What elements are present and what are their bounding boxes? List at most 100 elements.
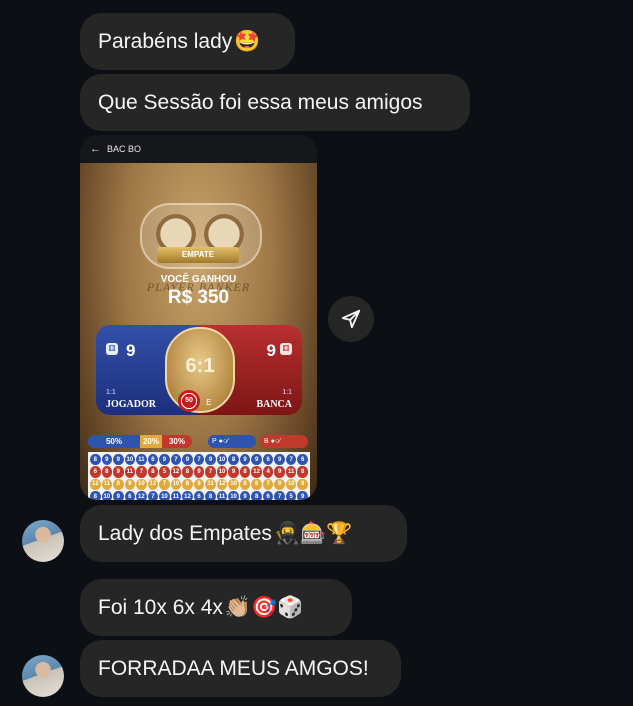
history-cell: 10 [285,478,297,490]
history-cell: 8 [182,478,193,490]
banker-percent: 30% [162,435,192,448]
history-cell: 7 [147,490,159,500]
dice-icon: ⚅ [280,343,292,355]
history-cell: 10 [228,478,239,490]
history-cell: 11 [170,490,182,500]
message-bubble-2[interactable]: Que Sessão foi essa meus amigos [80,74,470,131]
history-cell: 9 [113,454,124,466]
road-indicators: P ●○⁄ B ●○⁄ [208,435,308,448]
history-cell: 9 [274,454,285,466]
history-cell: 10 [101,490,113,500]
message-text: Parabéns lady [98,29,233,53]
history-cell: 9 [182,454,193,466]
history-cell: 12 [182,490,193,500]
history-cell: 12 [170,466,182,478]
history-cell: 6 [193,490,205,500]
banker-name: BANCA [256,399,292,410]
history-cell: 9 [193,478,205,490]
history-cell: 6 [90,466,101,478]
chip-icon: 50 [178,390,200,412]
player-road: P ●○⁄ [208,435,256,448]
history-cell: 8 [182,466,193,478]
history-cell: 4 [262,466,274,478]
history-cell: 9 [297,478,308,490]
history-cell: 9 [101,454,113,466]
history-cell: 7 [205,466,216,478]
win-label: VOCÊ GANHOU [160,274,237,285]
history-cell: 7 [274,490,285,500]
history-cell: 11 [285,466,297,478]
history-cell: 6 [147,454,159,466]
avatar[interactable] [22,520,64,562]
history-cell: 6 [262,490,274,500]
history-cell: 6 [251,478,262,490]
history-cell: 8 [251,490,262,500]
history-cell: 9 [228,466,239,478]
history-cell: 9 [239,454,251,466]
history-cell: 9 [239,490,251,500]
history-cell: 8 [147,466,159,478]
clap-dart-dice-emoji-icon: 👏🏼🎯🎲 [224,595,304,619]
history-cell: 9 [159,454,170,466]
banker-score: 9 [266,341,276,360]
tie-odds: 6:1 [185,355,215,377]
history-cell: 6 [124,490,136,500]
history-cell: 7 [136,466,147,478]
player-name: JOGADOR [106,399,156,410]
win-amount: R$ 350 [167,287,230,308]
share-button[interactable] [328,296,374,342]
history-cell: 9 [274,478,285,490]
tie-letters: E E [178,398,222,407]
history-cell: 9 [124,478,136,490]
history-cell: 10 [124,454,136,466]
shared-screenshot[interactable]: ← BAC BO EMPATE PLAYER BANKER VOCÊ GANHO… [80,135,317,500]
message-bubble-3[interactable]: Lady dos Empates 🥷🎰🏆 [80,505,407,562]
history-cell: 12 [90,478,101,490]
history-cell: 9 [113,490,124,500]
history-cell: 8 [205,490,216,500]
message-text: Que Sessão foi essa meus amigos [98,90,423,114]
result-banner: EMPATE [157,247,239,263]
history-cell: 11 [216,490,228,500]
history-cell: 8 [228,454,239,466]
history-cell: 10 [159,490,170,500]
history-cell: 11 [101,478,113,490]
history-cell: 11 [124,466,136,478]
history-cell: 10 [170,478,182,490]
message-text: FORRADAA MEUS AMGOS! [98,656,369,680]
message-text: Lady dos Empates [98,521,272,545]
history-cell: 6 [297,454,308,466]
player-road-label: P [212,438,217,445]
history-cell: 9 [193,466,205,478]
message-bubble-5[interactable]: FORRADAA MEUS AMGOS! [80,640,401,697]
star-struck-emoji-icon: 🤩 [234,29,261,53]
history-cell: 7 [193,454,205,466]
history-cell: 10 [228,490,239,500]
history-cell: 11 [205,478,216,490]
history-cell: 8 [90,490,101,500]
history-cell: 7 [262,478,274,490]
arrow-left-icon[interactable]: ← [90,143,101,155]
player-percent: 50% [88,435,140,448]
history-cell: 9 [251,454,262,466]
avatar[interactable] [22,655,64,697]
history-cell: 7 [159,478,170,490]
history-cell: 8 [90,454,101,466]
history-cell: 8 [113,478,124,490]
game-table: EMPATE PLAYER BANKER VOCÊ GANHOU R$ 350 … [80,163,317,500]
player-ratio: 1:1 [106,389,116,396]
message-bubble-4[interactable]: Foi 10x 6x 4x 👏🏼🎯🎲 [80,579,352,636]
history-cell: 5 [159,466,170,478]
history-cell: 12 [147,478,159,490]
history-cell: 8 [239,478,251,490]
history-cell: 9 [297,490,308,500]
banker-road: B ●○⁄ [260,435,308,448]
game-header: ← BAC BO [80,135,317,163]
history-cell: 12 [216,478,228,490]
message-bubble-1[interactable]: Parabéns lady 🤩 [80,13,295,70]
tie-percent: 20% [140,435,162,448]
history-cell: 8 [239,466,251,478]
send-icon [341,309,361,329]
history-cell: 10 [136,478,147,490]
history-cell: 8 [297,466,308,478]
